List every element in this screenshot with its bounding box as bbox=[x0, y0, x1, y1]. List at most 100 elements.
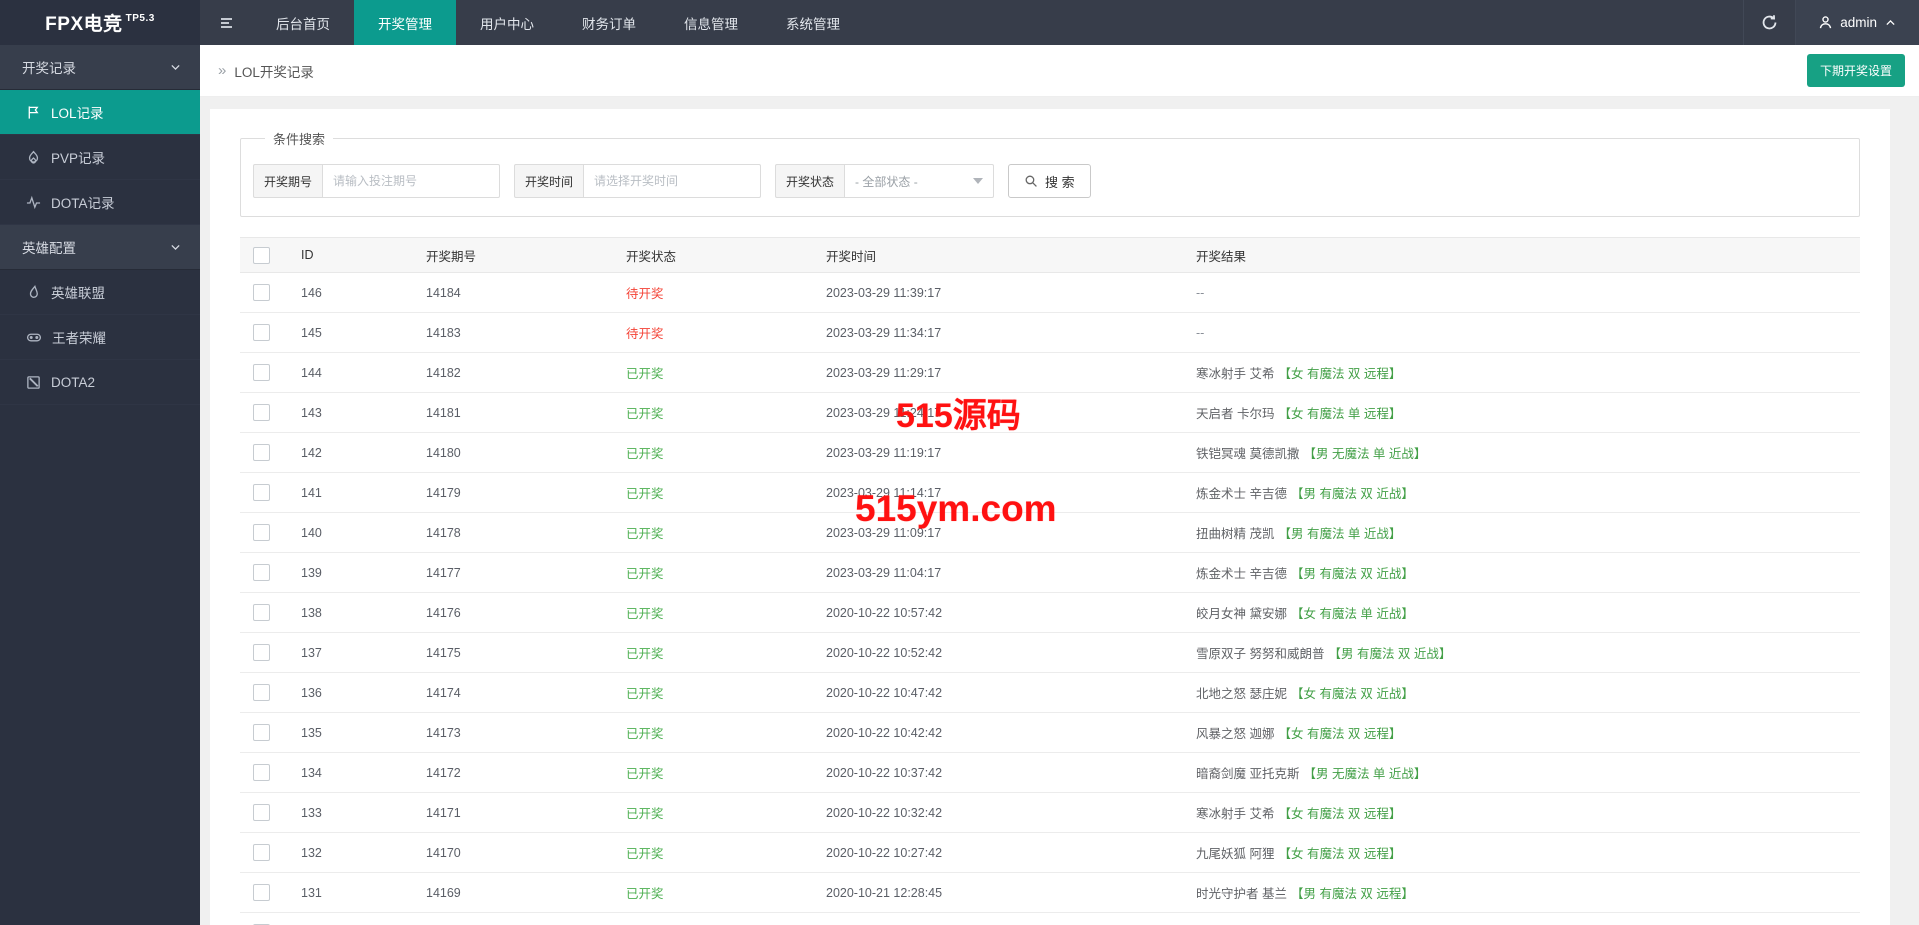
row-id: 142 bbox=[301, 445, 322, 460]
table-row: 133 14171 已开奖 2020-10-22 10:32:42 寒冰射手 艾希 【女 … bbox=[240, 792, 1860, 833]
next-draw-settings-button[interactable]: 下期开奖设置 bbox=[1806, 54, 1905, 87]
row-status: 已开奖 bbox=[626, 407, 664, 421]
row-checkbox[interactable] bbox=[253, 524, 270, 541]
sidebar-item-pvp-records[interactable]: PVP记录 bbox=[0, 135, 200, 180]
row-id: 140 bbox=[301, 525, 322, 540]
result-tags: 【女 有魔法 单 近战】 bbox=[1290, 607, 1414, 621]
content-panel: 条件搜索 开奖期号 开奖时间 开奖状态 - 全部状态 - bbox=[210, 109, 1890, 925]
row-checkbox[interactable] bbox=[253, 484, 270, 501]
row-checkbox[interactable] bbox=[253, 324, 270, 341]
row-issue: 14183 bbox=[426, 325, 461, 340]
row-issue: 14171 bbox=[426, 805, 461, 820]
table-row: 134 14172 已开奖 2020-10-22 10:37:42 暗裔剑魔 亚托克斯【… bbox=[240, 752, 1860, 793]
row-checkbox[interactable] bbox=[253, 884, 270, 901]
row-status: 已开奖 bbox=[626, 687, 664, 701]
sidebar-group-draw-records[interactable]: 开奖记录 bbox=[0, 45, 200, 90]
row-id: 134 bbox=[301, 765, 322, 780]
sidebar-group-label: 开奖记录 bbox=[22, 61, 76, 76]
row-issue: 14173 bbox=[426, 725, 461, 740]
sidebar-item-label: PVP记录 bbox=[51, 151, 106, 166]
table-row: 143 14181 已开奖 2023-03-29 11:24:17 天启者 卡尔玛 【女 … bbox=[240, 392, 1860, 433]
nav-item-info-management[interactable]: 信息管理 bbox=[660, 0, 762, 45]
table-row: 144 14182 已开奖 2023-03-29 11:29:17 寒冰射手 艾希 【女 … bbox=[240, 352, 1860, 393]
row-checkbox[interactable] bbox=[253, 764, 270, 781]
time-input[interactable] bbox=[583, 164, 762, 198]
row-checkbox[interactable] bbox=[253, 364, 270, 381]
row-status: 已开奖 bbox=[626, 647, 664, 661]
fire-icon bbox=[26, 150, 41, 165]
sidebar-item-league-of-legends[interactable]: 英雄联盟 bbox=[0, 270, 200, 315]
nav-item-system-management[interactable]: 系统管理 bbox=[762, 0, 864, 45]
row-checkbox[interactable] bbox=[253, 604, 270, 621]
status-select-value: - 全部状态 - bbox=[855, 174, 918, 189]
row-id: 146 bbox=[301, 285, 322, 300]
result-tags: 【女 有魔法 双 远程】 bbox=[1278, 807, 1402, 821]
nav-item-finance-orders[interactable]: 财务订单 bbox=[558, 0, 660, 45]
ink-drop-icon bbox=[26, 284, 41, 300]
row-checkbox[interactable] bbox=[253, 404, 270, 421]
search-icon bbox=[1024, 174, 1038, 188]
sidebar-item-label: LOL记录 bbox=[51, 106, 104, 121]
table-row: 137 14175 已开奖 2020-10-22 10:52:42 雪原双子 努努和威朗… bbox=[240, 632, 1860, 673]
refresh-button[interactable] bbox=[1743, 0, 1795, 45]
select-all-checkbox[interactable] bbox=[253, 246, 270, 264]
dota2-icon bbox=[26, 375, 41, 390]
row-time: 2020-10-22 10:42:42 bbox=[826, 725, 943, 740]
records-table: ID 开奖期号 开奖状态 开奖时间 开奖结果 146 14184 待开奖 2023-0… bbox=[240, 237, 1860, 925]
chevron-up-icon bbox=[1884, 16, 1897, 29]
table-row: 141 14179 已开奖 2023-03-29 11:14:17 炼金术士 辛吉德 【男… bbox=[240, 472, 1860, 513]
result-empty: -- bbox=[1196, 325, 1205, 340]
sidebar-item-label: DOTA记录 bbox=[51, 196, 115, 211]
chevron-down-icon bbox=[169, 61, 182, 74]
row-id: 143 bbox=[301, 405, 322, 420]
result-champion: 九尾妖狐 阿狸 bbox=[1196, 847, 1275, 861]
row-id: 133 bbox=[301, 805, 322, 820]
table-row: 135 14173 已开奖 2020-10-22 10:42:42 风暴之怒 迦娜 【女 … bbox=[240, 712, 1860, 753]
row-checkbox[interactable] bbox=[253, 644, 270, 661]
result-tags: 【女 有魔法 双 远程】 bbox=[1278, 367, 1402, 381]
issue-input[interactable] bbox=[322, 164, 501, 198]
sidebar-item-honor-of-kings[interactable]: 王者荣耀 bbox=[0, 315, 200, 360]
sidebar-item-dota-records[interactable]: DOTA记录 bbox=[0, 180, 200, 225]
search-button[interactable]: 搜 索 bbox=[1008, 164, 1091, 198]
sidebar-item-dota2[interactable]: DOTA2 bbox=[0, 360, 200, 405]
result-champion: 皎月女神 黛安娜 bbox=[1196, 607, 1287, 621]
table-row: 142 14180 已开奖 2023-03-29 11:19:17 铁铠冥魂 莫德凯撒【… bbox=[240, 432, 1860, 473]
result-champion: 寒冰射手 艾希 bbox=[1196, 807, 1275, 821]
row-checkbox[interactable] bbox=[253, 844, 270, 861]
nav-item-draw-management[interactable]: 开奖管理 bbox=[354, 0, 456, 45]
row-checkbox[interactable] bbox=[253, 564, 270, 581]
sidebar-group-label: 英雄配置 bbox=[22, 241, 76, 256]
result-tags: 【男 有魔法 双 近战】 bbox=[1290, 487, 1414, 501]
row-checkbox[interactable] bbox=[253, 724, 270, 741]
row-id: 136 bbox=[301, 685, 322, 700]
row-issue: 14182 bbox=[426, 365, 461, 380]
row-issue: 14170 bbox=[426, 845, 461, 860]
row-status: 已开奖 bbox=[626, 767, 664, 781]
row-issue: 14174 bbox=[426, 685, 461, 700]
row-checkbox[interactable] bbox=[253, 284, 270, 301]
result-tags: 【男 无魔法 单 近战】 bbox=[1303, 447, 1427, 461]
row-checkbox[interactable] bbox=[253, 804, 270, 821]
chevron-down-icon bbox=[169, 241, 182, 254]
breadcrumb-caret-icon: » bbox=[218, 62, 227, 79]
row-time: 2020-10-21 12:28:45 bbox=[826, 885, 943, 900]
nav-item-user-center[interactable]: 用户中心 bbox=[456, 0, 558, 45]
sidebar-toggle-button[interactable] bbox=[200, 0, 252, 45]
result-tags: 【男 无魔法 单 近战】 bbox=[1303, 767, 1427, 781]
result-champion: 铁铠冥魂 莫德凯撒 bbox=[1196, 447, 1300, 461]
user-menu[interactable]: admin bbox=[1795, 0, 1919, 45]
refresh-icon bbox=[1761, 14, 1778, 31]
sidebar-item-label: 英雄联盟 bbox=[51, 286, 105, 301]
row-checkbox[interactable] bbox=[253, 444, 270, 461]
sidebar-group-hero-config[interactable]: 英雄配置 bbox=[0, 225, 200, 270]
row-status: 已开奖 bbox=[626, 887, 664, 901]
row-checkbox[interactable] bbox=[253, 684, 270, 701]
sidebar-item-lol-records[interactable]: LOL记录 bbox=[0, 90, 200, 135]
row-id: 144 bbox=[301, 365, 322, 380]
row-id: 132 bbox=[301, 845, 322, 860]
row-time: 2020-10-22 10:47:42 bbox=[826, 685, 943, 700]
result-champion: 暗裔剑魔 亚托克斯 bbox=[1196, 767, 1300, 781]
nav-item-dashboard[interactable]: 后台首页 bbox=[252, 0, 354, 45]
status-select[interactable]: - 全部状态 - bbox=[844, 164, 995, 198]
